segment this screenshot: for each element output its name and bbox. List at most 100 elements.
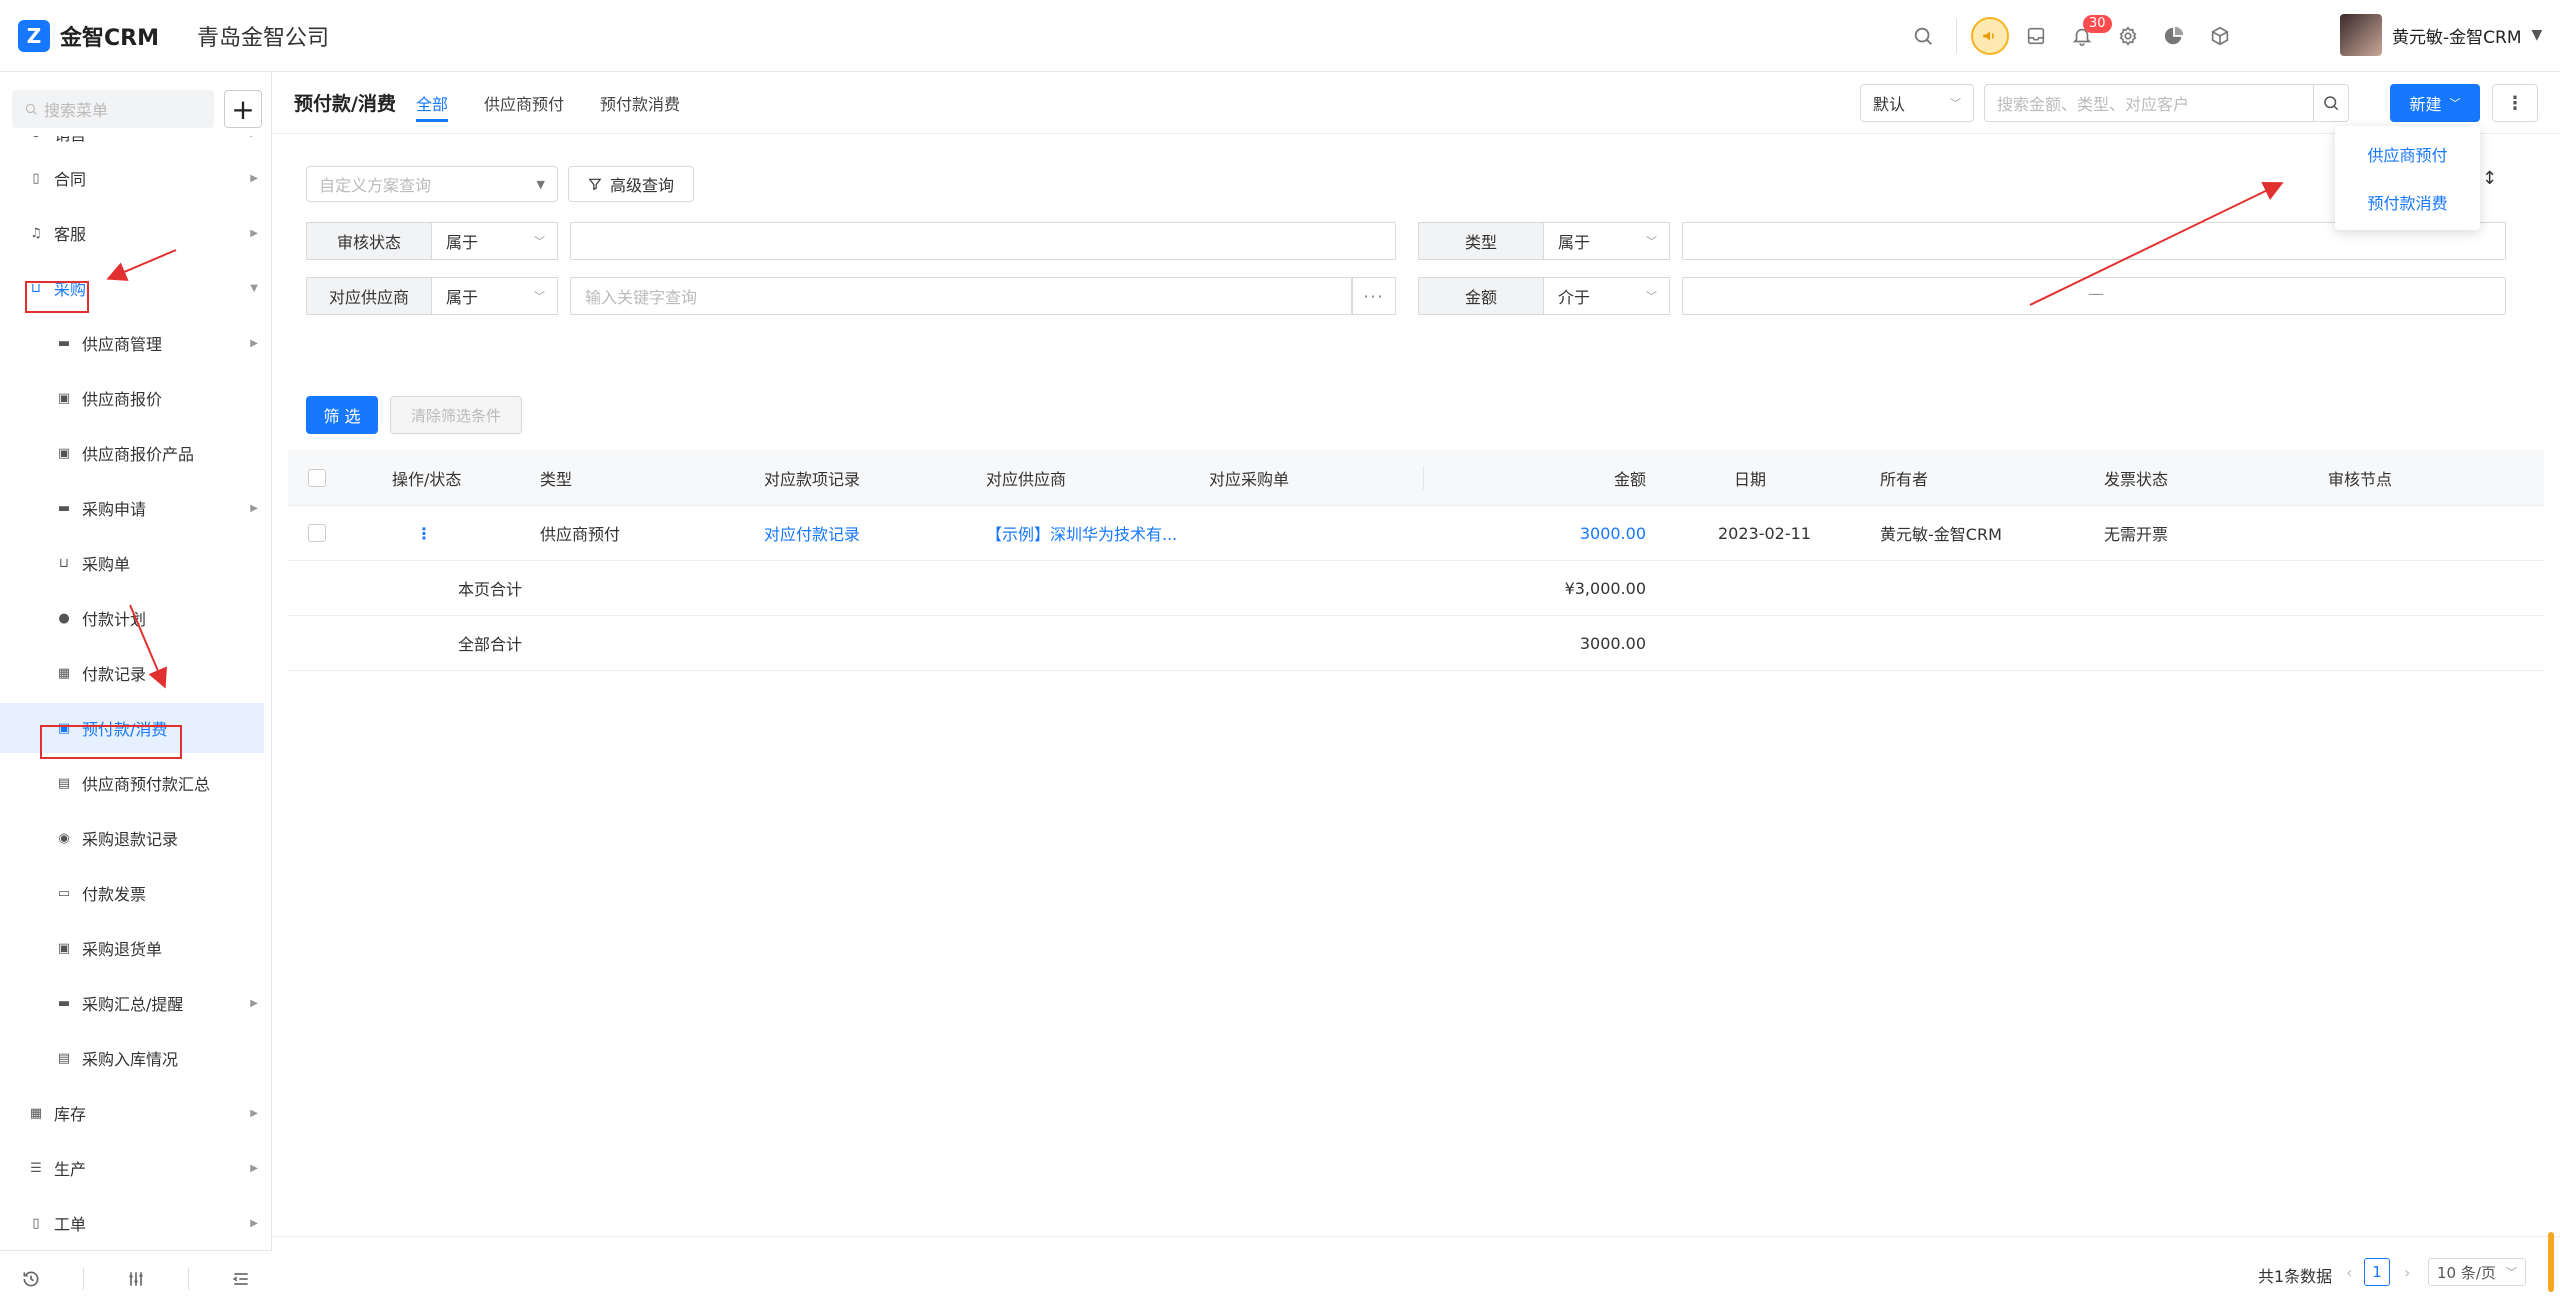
- main-content: 预付款/消费 全部 供应商预付 预付款消费 默认 ﹀ 搜索金额、类型、对应客户 …: [272, 72, 2560, 1306]
- contract-icon: ▯: [32, 170, 40, 186]
- chevron-down-icon: ﹀: [1646, 235, 1657, 248]
- sidebar-item-inbound-status[interactable]: ▤ 采购入库情况: [0, 1033, 264, 1083]
- column-header-date[interactable]: 日期: [1734, 450, 1854, 505]
- sidebar-item-purchase-order[interactable]: ⊔ 采购单: [0, 538, 264, 588]
- cube-icon[interactable]: [2197, 13, 2243, 59]
- filter-op-supplier[interactable]: 属于 ﹀: [432, 277, 558, 315]
- apply-filter-button[interactable]: 筛 选: [306, 396, 378, 434]
- chevron-right-icon: ▶: [250, 172, 258, 184]
- search-button[interactable]: [2313, 84, 2349, 122]
- cell-supplier-link[interactable]: 【示例】深圳华为技术有...: [986, 506, 1196, 560]
- filter-label-supplier: 对应供应商: [306, 277, 432, 315]
- sort-toggle-icon[interactable]: ↕: [2482, 168, 2497, 189]
- tab-all[interactable]: 全部: [415, 72, 448, 134]
- sidebar-item-supplier-quote-product[interactable]: ▣ 供应商报价产品: [0, 428, 264, 478]
- sidebar-item-payment-plan[interactable]: ● 付款计划: [0, 593, 264, 643]
- row-checkbox[interactable]: [308, 524, 326, 542]
- sidebar-item-payment-invoice[interactable]: ▭ 付款发票: [0, 868, 264, 918]
- view-select[interactable]: 默认 ﹀: [1860, 84, 1974, 122]
- sidebar-item-label: 销售: [54, 136, 86, 145]
- dropdown-item-prepay-consume[interactable]: 预付款消费: [2335, 178, 2480, 226]
- sidebar-item-inventory[interactable]: ▦ 库存 ▶: [0, 1088, 264, 1138]
- filter-op-value: 属于: [446, 233, 479, 252]
- prev-page-icon[interactable]: ‹: [2346, 1263, 2352, 1282]
- history-icon[interactable]: [20, 1268, 42, 1290]
- column-header-type[interactable]: 类型: [540, 450, 660, 505]
- cell-owner: 黄元敏-金智CRM: [1880, 525, 2002, 544]
- company-name[interactable]: 青岛金智公司: [197, 20, 329, 52]
- filter-op-audit-status[interactable]: 属于 ﹀: [432, 222, 558, 260]
- sidebar-item-supplier-quote[interactable]: ▣ 供应商报价: [0, 373, 264, 423]
- cell-audit-node: [2328, 506, 2528, 560]
- sidebar-item-label: 库存: [54, 1105, 87, 1124]
- scrollbar-thumb[interactable]: [2548, 1232, 2554, 1292]
- supplier-picker-button[interactable]: ···: [1352, 277, 1396, 315]
- column-header-amount[interactable]: 金额: [1468, 450, 1646, 505]
- cell-amount[interactable]: 3000.00: [1468, 506, 1646, 560]
- column-header-record[interactable]: 对应款项记录: [764, 450, 944, 505]
- column-header-action[interactable]: 操作/状态: [392, 450, 512, 505]
- plan-icon: ●: [58, 610, 70, 626]
- column-header-supplier[interactable]: 对应供应商: [986, 450, 1166, 505]
- sidebar-item-prepayment-summary[interactable]: ▤ 供应商预付款汇总: [0, 758, 264, 808]
- notification-bell-icon[interactable]: 30: [2059, 13, 2112, 59]
- column-header-owner[interactable]: 所有者: [1880, 450, 2000, 505]
- sidebar: 搜索菜单 + ⊙销售▶ ▯合同▶ ♫客服▶ ⊔采购▼ ▬供应商管理▶ ▣供应商报…: [0, 72, 272, 1306]
- sidebar-item-purchase-request[interactable]: ▬ 采购申请 ▶: [0, 483, 264, 533]
- current-page-button[interactable]: 1: [2364, 1258, 2390, 1286]
- user-menu[interactable]: 黄元敏-金智CRM ▼: [2340, 14, 2542, 56]
- global-search-icon[interactable]: [1900, 13, 1946, 59]
- clear-filter-button[interactable]: 清除筛选条件: [390, 396, 522, 434]
- adjust-sliders-icon[interactable]: [125, 1268, 147, 1290]
- new-button[interactable]: 新建 ﹀: [2390, 84, 2480, 122]
- dropdown-item-supplier-prepay[interactable]: 供应商预付: [2335, 130, 2480, 178]
- sidebar-item-service[interactable]: ♫ 客服 ▶: [0, 208, 264, 258]
- collapse-menu-icon[interactable]: [230, 1268, 252, 1290]
- advanced-query-button[interactable]: 高级查询: [568, 166, 694, 202]
- annotation-box-purchase: [25, 281, 89, 313]
- inbox-icon[interactable]: [2013, 13, 2059, 59]
- new-button-label: 新建: [2409, 95, 2442, 114]
- sidebar-item-purchase-summary[interactable]: ▬ 采购汇总/提醒 ▶: [0, 978, 264, 1028]
- filter-value-audit-status[interactable]: [570, 222, 1396, 260]
- filter-value-supplier[interactable]: 输入关键字查询: [570, 277, 1352, 315]
- row-action-menu[interactable]: ⋮: [416, 506, 446, 560]
- annotation-box-prepayment: [40, 725, 182, 759]
- next-page-icon[interactable]: ›: [2404, 1263, 2410, 1282]
- select-all-cell: [288, 450, 346, 505]
- column-header-order[interactable]: 对应采购单: [1209, 450, 1389, 505]
- pie-chart-icon[interactable]: [2151, 13, 2197, 59]
- chevron-right-icon: ▶: [250, 1162, 258, 1174]
- column-header-audit-node[interactable]: 审核节点: [2328, 450, 2448, 505]
- tab-prepay-consume[interactable]: 预付款消费: [600, 72, 680, 134]
- search-input[interactable]: 搜索金额、类型、对应客户: [1984, 84, 2314, 122]
- sidebar-item-contract[interactable]: ▯ 合同 ▶: [0, 153, 264, 203]
- app-logo[interactable]: Z 金智CRM: [18, 19, 159, 52]
- sidebar-item-supplier-mgmt[interactable]: ▬ 供应商管理 ▶: [0, 318, 264, 368]
- add-menu-button[interactable]: +: [224, 90, 262, 128]
- chevron-right-icon: ▶: [250, 1107, 258, 1119]
- top-toolbar: 30: [1900, 0, 2243, 72]
- tab-supplier-prepay[interactable]: 供应商预付: [484, 72, 564, 134]
- sidebar-item-refund-record[interactable]: ◉ 采购退款记录: [0, 813, 264, 863]
- cell-record-link[interactable]: 对应付款记录: [764, 506, 964, 560]
- range-separator: —: [2088, 284, 2104, 303]
- custom-plan-select[interactable]: 自定义方案查询 ▼: [306, 166, 558, 202]
- select-all-checkbox[interactable]: [308, 468, 326, 487]
- sidebar-item-payment-record[interactable]: ▦ 付款记录: [0, 648, 264, 698]
- sidebar-item-return-order[interactable]: ▣ 采购退货单: [0, 923, 264, 973]
- all-total-label: 全部合计: [458, 635, 523, 654]
- filter-op-value: 属于: [1558, 233, 1591, 252]
- page-size-select[interactable]: 10 条/页 ﹀: [2428, 1258, 2526, 1286]
- more-options-button[interactable]: ⋮: [2492, 84, 2538, 122]
- sidebar-item-work-order[interactable]: ▯ 工单 ▶: [0, 1198, 264, 1236]
- chevron-down-icon: ﹀: [534, 290, 545, 303]
- column-header-invoice[interactable]: 发票状态: [2104, 450, 2224, 505]
- sales-icon: ⊙: [28, 136, 44, 141]
- menu-search-input[interactable]: 搜索菜单: [12, 90, 214, 128]
- sidebar-item-production[interactable]: ☰ 生产 ▶: [0, 1143, 264, 1193]
- filter-op-type[interactable]: 属于 ﹀: [1544, 222, 1670, 260]
- filter-op-amount[interactable]: 介于 ﹀: [1544, 277, 1670, 315]
- settings-gear-icon[interactable]: [2105, 13, 2151, 59]
- announcement-speaker-icon[interactable]: [1967, 13, 2013, 59]
